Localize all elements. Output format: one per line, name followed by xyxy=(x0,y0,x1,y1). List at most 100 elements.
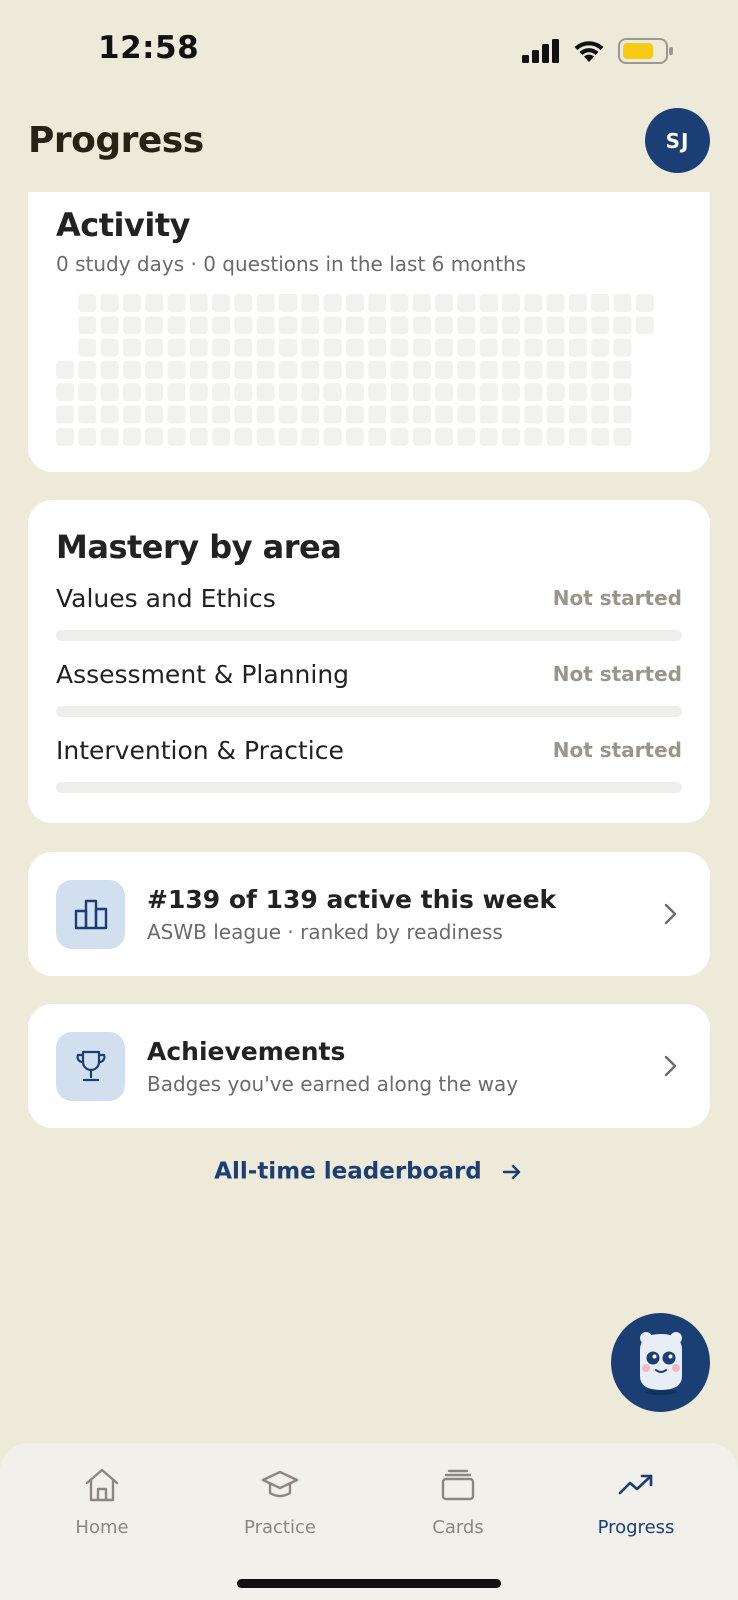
heatmap-cell xyxy=(279,427,297,446)
heatmap-cell xyxy=(212,294,231,312)
heatmap-cell xyxy=(524,294,543,312)
heatmap-cell xyxy=(613,383,632,402)
all-time-leaderboard-link[interactable]: All-time leaderboard xyxy=(0,1158,738,1185)
heatmap-cell xyxy=(301,405,320,424)
heatmap-cell xyxy=(568,294,587,312)
heatmap-cell xyxy=(345,294,364,312)
heatmap-cell xyxy=(479,383,498,402)
heatmap-cell xyxy=(435,405,454,424)
activity-heatmap xyxy=(56,294,654,446)
heatmap-cell xyxy=(323,383,342,402)
heatmap-cell xyxy=(613,338,632,357)
tab-home[interactable]: Home xyxy=(32,1465,172,1538)
cards-icon xyxy=(441,1469,475,1501)
area-status: Not started xyxy=(552,586,682,610)
heatmap-cell xyxy=(212,338,231,357)
heatmap-cell xyxy=(613,294,632,312)
league-rank-card[interactable]: #139 of 139 active this week ASWB league… xyxy=(28,852,710,976)
heatmap-cell xyxy=(591,360,610,379)
area-status: Not started xyxy=(552,662,682,686)
heatmap-cell xyxy=(546,316,565,335)
mascot-assistant-button[interactable] xyxy=(611,1313,710,1412)
heatmap-cell xyxy=(122,427,141,446)
bottom-tab-bar: Home Practice Cards Progress xyxy=(0,1443,738,1600)
heatmap-cell xyxy=(189,294,208,312)
heatmap-cell xyxy=(234,360,253,379)
heatmap-cell xyxy=(591,294,610,312)
heatmap-cell xyxy=(568,427,587,446)
chevron-right-icon xyxy=(664,1055,677,1077)
status-bar: 12:58 xyxy=(0,0,738,100)
heatmap-cell xyxy=(368,427,387,446)
heatmap-cell xyxy=(368,360,387,379)
heatmap-cell xyxy=(279,360,297,379)
heatmap-cell xyxy=(78,338,97,357)
heatmap-cell xyxy=(256,294,275,312)
heatmap-cell xyxy=(502,427,520,446)
heatmap-cell xyxy=(412,405,431,424)
league-rank-title: #139 of 139 active this week xyxy=(147,884,557,914)
heatmap-cell xyxy=(479,405,498,424)
home-indicator xyxy=(237,1579,501,1588)
heatmap-cell xyxy=(502,338,520,357)
heatmap-cell xyxy=(390,338,409,357)
arrow-right-icon xyxy=(502,1164,520,1179)
tab-progress[interactable]: Progress xyxy=(566,1465,706,1538)
activity-title: Activity xyxy=(56,206,190,244)
heatmap-cell xyxy=(167,427,186,446)
heatmap-cell xyxy=(78,405,97,424)
heatmap-cell xyxy=(568,316,587,335)
trending-up-icon xyxy=(618,1474,653,1495)
heatmap-cell xyxy=(100,338,119,357)
heatmap-cell xyxy=(479,294,498,312)
heatmap-cell xyxy=(457,383,476,402)
achievements-card[interactable]: Achievements Badges you've earned along … xyxy=(28,1004,710,1128)
heatmap-cell xyxy=(189,338,208,357)
tab-cards[interactable]: Cards xyxy=(388,1465,528,1538)
heatmap-cell xyxy=(279,405,297,424)
heatmap-cell xyxy=(100,294,119,312)
heatmap-cell xyxy=(502,360,520,379)
home-icon xyxy=(85,1468,119,1502)
progress-bar xyxy=(56,782,682,793)
heatmap-cell xyxy=(323,294,342,312)
trophy-icon xyxy=(56,1031,125,1101)
avatar[interactable]: SJ xyxy=(645,108,710,173)
status-time: 12:58 xyxy=(98,30,200,66)
progress-bar xyxy=(56,706,682,717)
heatmap-cell xyxy=(56,427,74,446)
heatmap-cell xyxy=(145,316,164,335)
heatmap-cell xyxy=(189,427,208,446)
heatmap-cell xyxy=(256,316,275,335)
heatmap-cell xyxy=(635,316,654,335)
heatmap-cell xyxy=(301,427,320,446)
mastery-title: Mastery by area xyxy=(56,528,342,566)
heatmap-cell xyxy=(189,405,208,424)
heatmap-cell xyxy=(345,316,364,335)
heatmap-cell xyxy=(122,383,141,402)
heatmap-cell xyxy=(78,294,97,312)
heatmap-cell xyxy=(368,338,387,357)
heatmap-cell xyxy=(100,427,119,446)
heatmap-cell xyxy=(568,338,587,357)
heatmap-cell xyxy=(613,405,632,424)
heatmap-cell xyxy=(390,427,409,446)
heatmap-cell xyxy=(301,338,320,357)
heatmap-cell xyxy=(167,316,186,335)
achievements-subtitle: Badges you've earned along the way xyxy=(147,1071,519,1096)
heatmap-cell xyxy=(145,360,164,379)
cellular-signal-icon xyxy=(522,39,559,63)
mastery-card: Mastery by area Values and Ethics Not st… xyxy=(28,500,710,823)
heatmap-cell xyxy=(368,405,387,424)
heatmap-cell xyxy=(212,360,231,379)
heatmap-cell xyxy=(301,294,320,312)
heatmap-cell xyxy=(479,360,498,379)
tab-practice[interactable]: Practice xyxy=(210,1465,350,1538)
heatmap-cell xyxy=(502,405,520,424)
mastery-row-assessment-planning: Assessment & Planning Not started xyxy=(56,652,682,728)
heatmap-cell xyxy=(122,294,141,312)
heatmap-cell xyxy=(457,316,476,335)
graduation-cap-icon xyxy=(261,1470,299,1498)
chevron-right-icon xyxy=(664,903,677,925)
heatmap-cell xyxy=(524,405,543,424)
